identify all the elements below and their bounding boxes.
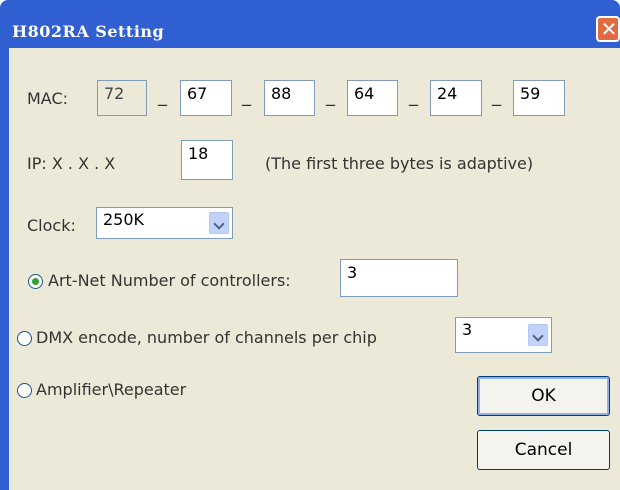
ok-button-label: OK (531, 386, 556, 406)
cancel-button-label: Cancel (514, 440, 573, 460)
clock-selected-value: 250K (103, 210, 145, 229)
settings-dialog: H802RA Setting ✕ MAC: 72 _ 67 _ 88 _ 64 … (0, 0, 620, 490)
clock-label: Clock: (27, 216, 76, 235)
mac-separator: _ (158, 86, 167, 107)
window-title: H802RA Setting (12, 22, 165, 41)
channels-selected-value: 3 (462, 320, 473, 339)
mac-byte-5-field[interactable]: 24 (430, 80, 482, 116)
chevron-down-icon[interactable] (528, 324, 548, 346)
artnet-radio[interactable] (28, 274, 43, 289)
dmx-label: DMX encode, number of channels per chip (36, 328, 377, 347)
mac-byte-6-field[interactable]: 59 (513, 80, 565, 116)
mac-separator: _ (242, 86, 251, 107)
window-left-border (0, 48, 9, 490)
dialog-body: MAC: 72 _ 67 _ 88 _ 64 _ 24 _ 59 IP: X .… (0, 48, 620, 490)
channels-per-chip-select[interactable]: 3 (455, 317, 552, 353)
cancel-button[interactable]: Cancel (477, 430, 610, 470)
ip-note: (The first three bytes is adaptive) (265, 154, 534, 173)
close-button[interactable]: ✕ (596, 16, 620, 42)
mac-separator: _ (409, 86, 418, 107)
mac-separator: _ (492, 86, 501, 107)
mac-byte-3-field[interactable]: 88 (264, 80, 315, 116)
title-bar: H802RA Setting ✕ (0, 0, 620, 48)
controllers-count-field[interactable]: 3 (340, 259, 458, 297)
mac-label: MAC: (27, 89, 69, 108)
amplifier-radio[interactable] (17, 383, 32, 398)
ip-last-byte-field[interactable]: 18 (181, 140, 233, 180)
mac-separator: _ (326, 86, 335, 107)
chevron-down-icon[interactable] (209, 212, 229, 234)
mac-byte-1-field: 72 (97, 80, 147, 116)
ip-label: IP: X . X . X (27, 154, 116, 173)
amplifier-label: Amplifier\Repeater (36, 380, 187, 399)
close-icon: ✕ (600, 17, 618, 41)
mac-byte-2-field[interactable]: 67 (180, 80, 232, 116)
ok-button[interactable]: OK (477, 376, 610, 416)
mac-byte-4-field[interactable]: 64 (347, 80, 398, 116)
clock-select[interactable]: 250K (96, 207, 233, 239)
artnet-label: Art-Net Number of controllers: (48, 271, 291, 290)
dmx-radio[interactable] (17, 331, 32, 346)
